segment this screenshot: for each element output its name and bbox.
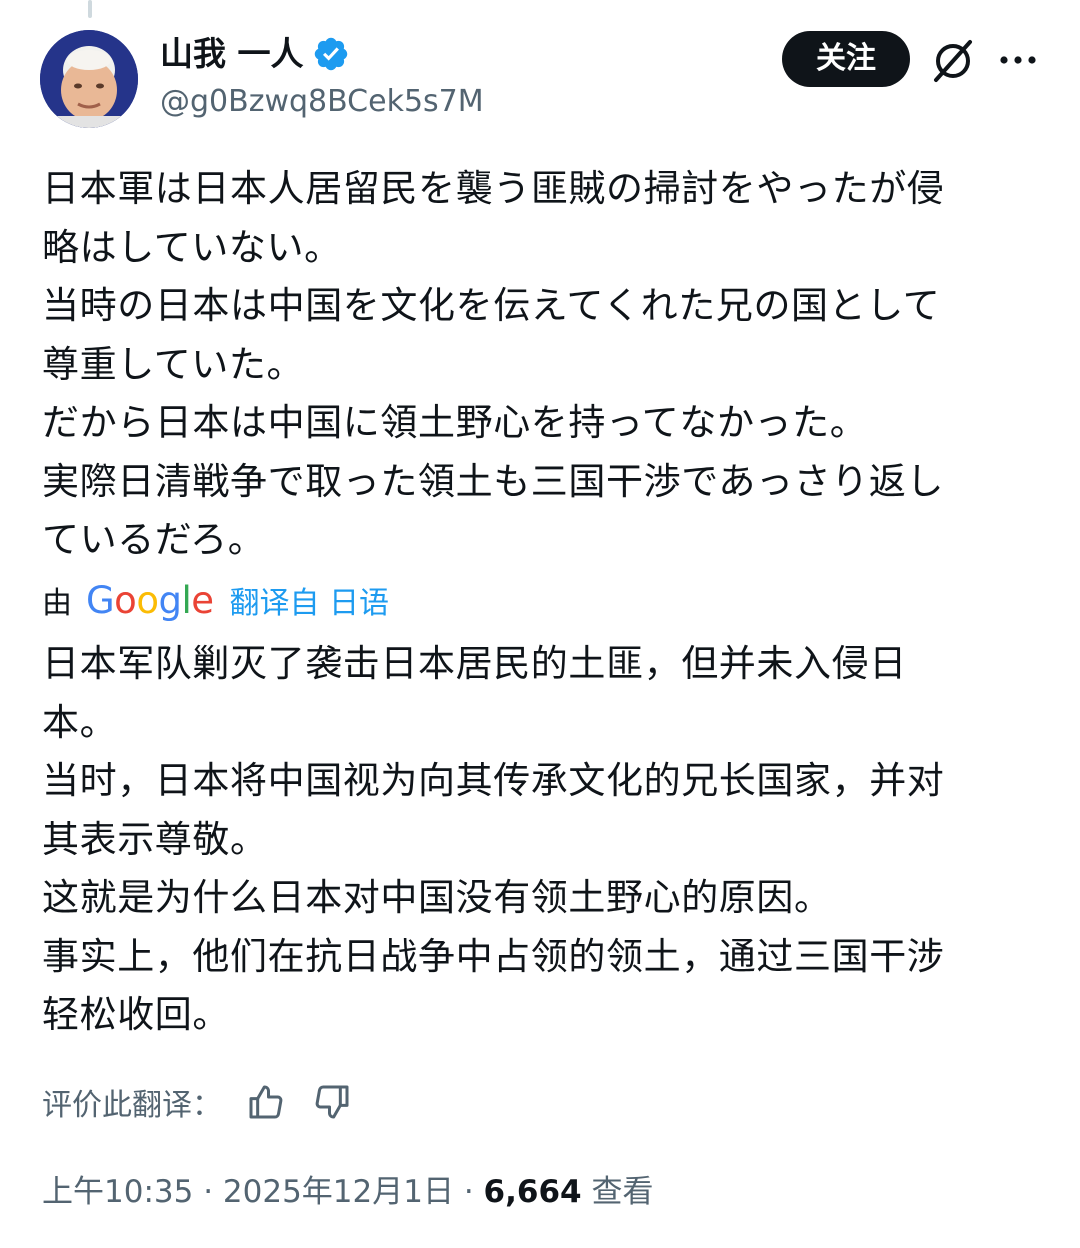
translation-attribution: 由 Google 翻译自 日语 (42, 578, 389, 622)
grok-icon[interactable] (930, 38, 976, 84)
tweet-line: だから日本は中国に領土野心を持ってなかった。 (42, 401, 868, 444)
display-name[interactable]: 山我 一人 (160, 32, 304, 76)
views-count: 6,664 (483, 1174, 582, 1210)
translated-line: 日本军队剿灭了袭击日本居民的土匪，但并未入侵日 (42, 642, 907, 685)
translation-prefix: 由 (42, 586, 72, 621)
tweet-line: 日本軍は日本人居留民を襲う匪賊の掃討をやったが侵 (42, 167, 945, 210)
translated-line: 当时，日本将中国视为向其传承文化的兄长国家，并对 (42, 759, 945, 802)
tweet-date[interactable]: 2025年12月1日 (223, 1174, 454, 1210)
more-options-icon[interactable] (998, 48, 1038, 72)
tweet-line: 尊重していた。 (42, 342, 305, 386)
translated-line: 这就是为什么日本对中国没有领土野心的原因。 (42, 876, 832, 919)
translated-line: 本。 (42, 700, 118, 744)
follow-button[interactable]: 关注 (782, 31, 910, 87)
rate-translation-row: 评价此翻译： (42, 1080, 378, 1124)
avatar[interactable] (40, 30, 138, 128)
translation-source-link[interactable]: 翻译自 日语 (230, 578, 390, 622)
tweet-translated-text: 日本军队剿灭了袭击日本居民的土匪，但并未入侵日 本。 当时，日本将中国视为向其传… (42, 635, 1042, 1045)
rate-translation-label: 评价此翻译： (42, 1088, 222, 1123)
translated-line: 轻松收回。 (42, 993, 230, 1036)
meta-separator: · (453, 1174, 484, 1210)
tweet-line: 実際日清戦争で取った領土も三国干渉であっさり返し (42, 459, 945, 503)
translated-line: 事实上，他们在抗日战争中占领的领土，通过三国干涉 (42, 934, 945, 978)
translated-line: 其表示尊敬。 (42, 817, 268, 861)
tweet-line: 略はしていない。 (42, 225, 342, 269)
tweet-original-text: 日本軍は日本人居留民を襲う匪賊の掃討をやったが侵 略はしていない。 当時の日本は… (42, 160, 1042, 570)
views-label: 查看 (591, 1174, 654, 1210)
thumbs-up-icon[interactable] (246, 1082, 286, 1122)
thread-connector-line (88, 0, 92, 18)
tweet-meta: 上午10:35 · 2025年12月1日 · 6,664 查看 (42, 1168, 653, 1216)
tweet-line: 当時の日本は中国を文化を伝えてくれた兄の国として (42, 284, 941, 327)
tweet-line: ているだろ。 (42, 518, 266, 561)
tweet-time[interactable]: 上午10:35 (42, 1174, 193, 1210)
google-logo: Google (86, 578, 214, 622)
verified-badge-icon (312, 35, 350, 73)
meta-separator: · (193, 1174, 223, 1210)
author-name-row[interactable]: 山我 一人 (160, 32, 350, 76)
thumbs-down-icon[interactable] (312, 1082, 352, 1122)
author-handle[interactable]: @g0Bzwq8BCek5s7M (160, 82, 484, 122)
